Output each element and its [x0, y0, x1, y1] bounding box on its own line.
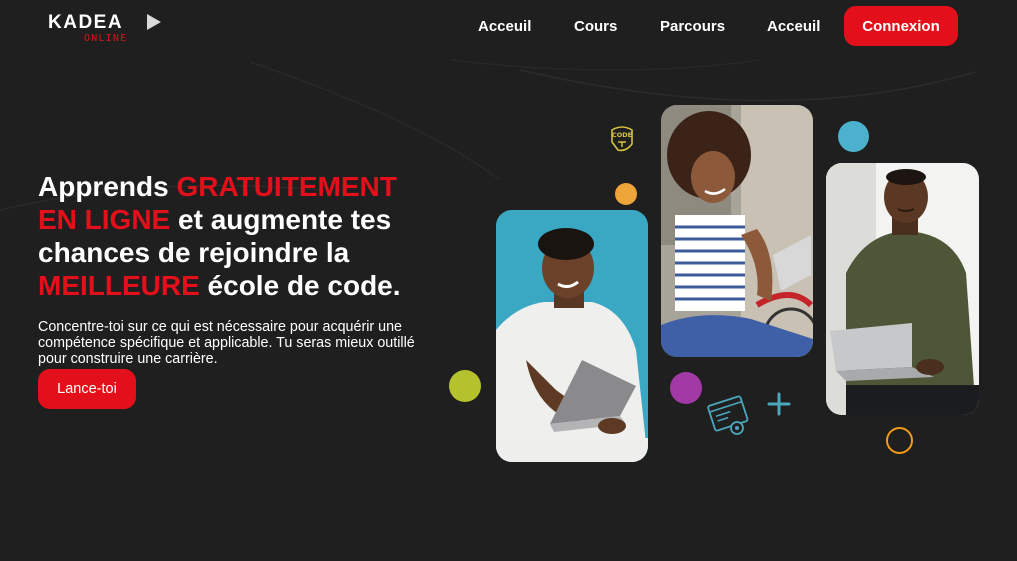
code-badge-icon: CODE — [611, 126, 633, 152]
nav-link-parcours[interactable]: Parcours — [660, 18, 725, 35]
decor-dot-blue — [838, 121, 869, 152]
login-button[interactable]: Connexion — [844, 6, 958, 46]
decor-dot-green — [449, 370, 481, 402]
hero-title-part1: Apprends — [38, 171, 177, 202]
decor-dot-purple — [670, 372, 702, 404]
decor-dot-orange — [615, 183, 637, 205]
photo-professional-laptop — [826, 163, 979, 415]
hero-description: Concentre-toi sur ce qui est nécessaire … — [38, 319, 415, 367]
brand-subtitle: ONLINE — [84, 33, 128, 44]
photo-student-laptop — [496, 210, 648, 462]
nav-link-acceuil-2[interactable]: Acceuil — [767, 18, 820, 35]
nav-link-acceuil[interactable]: Acceuil — [478, 18, 531, 35]
plus-icon — [767, 392, 791, 416]
brand-name: KADEA — [48, 12, 124, 33]
nav-link-cours[interactable]: Cours — [574, 18, 617, 35]
hero-title-part3: école de code. — [199, 270, 401, 301]
brand-logo[interactable]: KADEA ONLINE — [48, 12, 168, 48]
code-badge-label: CODE — [612, 131, 632, 139]
decor-ring-orange — [886, 427, 913, 454]
cta-lance-toi-button[interactable]: Lance-toi — [38, 369, 136, 409]
hero-title: Apprends GRATUITEMENT EN LIGNE et augmen… — [38, 170, 438, 302]
web-settings-icon — [707, 395, 749, 435]
photo-student-tablet — [661, 105, 813, 357]
play-icon — [147, 14, 161, 30]
hero-title-highlight2: MEILLEURE — [38, 270, 200, 301]
